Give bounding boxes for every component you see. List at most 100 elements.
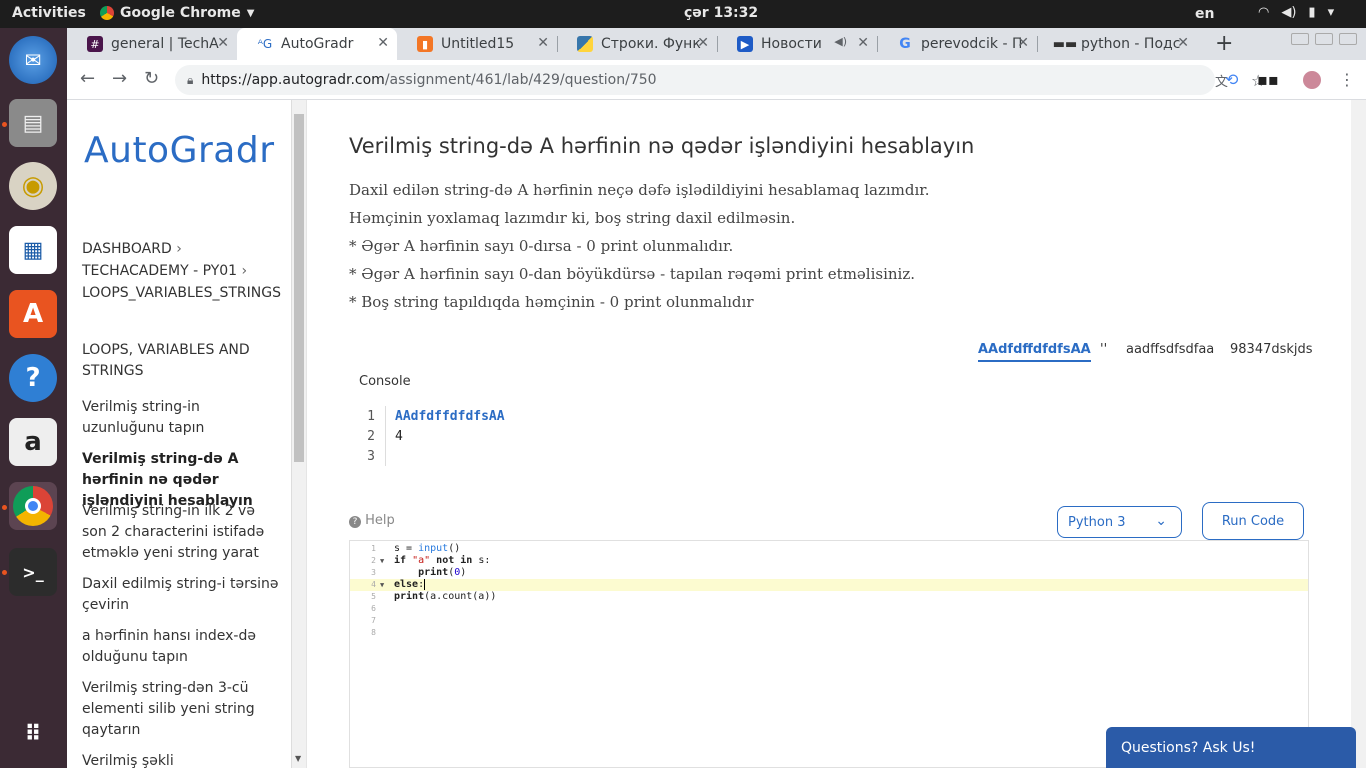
tab-general[interactable]: # general | TechA ✕ xyxy=(67,28,237,60)
tab-perevodcik[interactable]: G perevodcik - П ✕ xyxy=(877,28,1037,60)
main-scrollbar[interactable] xyxy=(1351,100,1366,768)
forward-icon[interactable]: → xyxy=(112,68,127,89)
minimize-button[interactable] xyxy=(1291,33,1309,45)
sidebar-question-link[interactable]: Verilmiş string-dən 3-cü elementi silib … xyxy=(82,678,282,741)
tab-python-podsk[interactable]: ▬▬ python - Подс ✕ xyxy=(1037,28,1197,60)
autogradr-icon: ᴬG xyxy=(257,37,273,51)
close-icon[interactable]: ✕ xyxy=(697,35,709,51)
clock[interactable]: çər 13:32 xyxy=(684,5,758,21)
running-indicator xyxy=(2,570,7,575)
tab-untitled15[interactable]: ▮ Untitled15 ✕ xyxy=(397,28,557,60)
url-host: https://app.autogradr.com xyxy=(201,72,385,88)
glasses-icon: ▬▬ xyxy=(1052,36,1078,52)
language-select[interactable]: Python 3 ⌄ xyxy=(1057,506,1182,538)
app-menu[interactable]: Google Chrome ▼ xyxy=(100,5,254,21)
browser-toolbar: ← → ↻ 🔒︎ https://app.autogradr.com/assig… xyxy=(67,60,1366,100)
running-indicator xyxy=(2,505,7,510)
google-icon: G xyxy=(899,36,911,52)
wifi-icon: ◠ xyxy=(1258,5,1270,20)
tab-stroki[interactable]: Строки. Функ ✕ xyxy=(557,28,717,60)
jupyter-icon: ▮ xyxy=(417,36,433,52)
close-icon[interactable]: ✕ xyxy=(1017,35,1029,51)
url-path: /assignment/461/lab/429/question/750 xyxy=(384,72,657,88)
writer-icon[interactable]: ▦ xyxy=(9,226,57,274)
address-bar[interactable]: 🔒︎ https://app.autogradr.com/assignment/… xyxy=(175,65,1265,95)
sidebar-question-link[interactable]: Verilmiş string-in ilk 2 və son 2 charac… xyxy=(82,501,282,564)
editor-line[interactable]: 7 xyxy=(350,615,1308,627)
activities-button[interactable]: Activities xyxy=(12,5,86,21)
files-icon[interactable]: ▤ xyxy=(9,99,57,147)
testcase-tab[interactable]: AAdfdffdfdfsAA xyxy=(978,342,1091,362)
breadcrumb-dashboard[interactable]: DASHBOARD › xyxy=(82,241,182,257)
system-tray[interactable]: ◠ ◀) ▮ ▾ xyxy=(1258,5,1334,20)
editor-line[interactable]: 2 ▼ if "a" not in s: xyxy=(350,555,1308,567)
amazon-icon[interactable]: a xyxy=(9,418,57,466)
editor-line[interactable]: 5 print(a.count(a)) xyxy=(350,591,1308,603)
tab-strip: # general | TechA ✕ ᴬG AutoGradr ✕ ▮ Unt… xyxy=(67,28,1366,60)
sidebar-question-link[interactable]: a hərfinin hansı index-də olduğunu tapın xyxy=(82,626,282,668)
software-center-icon[interactable]: A xyxy=(9,290,57,338)
console-input-line: AAdfdffdfdfsAA xyxy=(395,409,505,424)
help-link[interactable]: ? Help xyxy=(349,513,395,528)
question-description: * Əgər A hərfinin sayı 0-dırsa - 0 print… xyxy=(349,237,734,255)
editor-line[interactable]: 3 print(0) xyxy=(350,567,1308,579)
scroll-down-arrow-icon[interactable]: ▼ xyxy=(295,754,301,763)
avatar[interactable] xyxy=(1303,71,1321,89)
console-output-line: 4 xyxy=(395,429,403,444)
run-code-button[interactable]: Run Code xyxy=(1202,502,1304,540)
running-indicator xyxy=(2,122,7,127)
close-icon[interactable]: ✕ xyxy=(537,35,549,51)
chevron-down-icon: ⌄ xyxy=(1155,513,1167,529)
section-title: LOOPS, VARIABLES AND STRINGS xyxy=(82,342,250,379)
autogradr-logo[interactable]: AutoGradr xyxy=(84,130,275,171)
rhythmbox-icon[interactable]: ◉ xyxy=(9,162,57,210)
chrome-dock-icon[interactable] xyxy=(9,482,57,530)
extension-glasses-icon[interactable]: ▪▪ xyxy=(1257,70,1279,89)
sidebar-scrollbar[interactable]: ▼ xyxy=(291,100,306,768)
keyboard-layout[interactable]: en xyxy=(1195,6,1214,22)
reload-icon[interactable]: ↻ xyxy=(144,68,159,89)
extension-sync-icon[interactable]: ⟲ xyxy=(1225,70,1238,89)
sidebar-question-link[interactable]: Verilmiş şəkli programlaşdırın xyxy=(82,751,282,768)
chevron-right-icon: › xyxy=(176,241,182,257)
back-icon[interactable]: ← xyxy=(80,68,95,89)
close-icon[interactable]: ✕ xyxy=(217,35,229,51)
show-apps-icon[interactable]: ⠿ xyxy=(9,710,57,758)
editor-line-active[interactable]: 4▼ else:​ xyxy=(350,579,1308,591)
speaker-icon[interactable]: ◀) xyxy=(834,35,847,48)
sidebar-question-link[interactable]: Daxil edilmiş string-i tərsinə çevirin xyxy=(82,574,282,616)
question-description: * Boş string tapıldıqda həmçinin - 0 pri… xyxy=(349,293,754,311)
close-icon[interactable]: ✕ xyxy=(377,35,389,51)
question-description: * Əgər A hərfinin sayı 0-dan böyükdürsə … xyxy=(349,265,916,283)
menu-kebab-icon[interactable]: ⋮ xyxy=(1339,70,1355,89)
maximize-button[interactable] xyxy=(1315,33,1333,45)
breadcrumb-lab[interactable]: LOOPS_VARIABLES_STRINGS xyxy=(82,285,281,301)
editor-line[interactable]: 1 s = input() xyxy=(350,543,1308,555)
close-window-button[interactable] xyxy=(1339,33,1357,45)
tab-autogradr[interactable]: ᴬG AutoGradr ✕ xyxy=(237,28,397,60)
question-circle-icon: ? xyxy=(349,516,361,528)
breadcrumb-course[interactable]: TECHACADEMY - PY01 › xyxy=(82,263,247,279)
close-icon[interactable]: ✕ xyxy=(857,35,869,51)
page-content: AutoGradr DASHBOARD › TECHACADEMY - PY01… xyxy=(67,100,1366,768)
language-select-value: Python 3 xyxy=(1068,514,1126,530)
chevron-right-icon: › xyxy=(241,263,248,279)
testcase-tab[interactable]: aadffsdfsdfaa xyxy=(1126,342,1214,357)
questions-ask-us-button[interactable]: Questions? Ask Us! xyxy=(1106,727,1356,768)
testcase-tab[interactable]: '' xyxy=(1100,342,1107,357)
testcase-tab[interactable]: 98347dskjds xyxy=(1230,342,1313,357)
help-icon[interactable]: ? xyxy=(9,354,57,402)
new-tab-button[interactable]: + xyxy=(1215,31,1233,56)
volume-icon: ◀) xyxy=(1281,5,1297,20)
terminal-icon[interactable]: >_ xyxy=(9,548,57,596)
editor-line[interactable]: 8 xyxy=(350,627,1308,639)
question-title: Verilmiş string-də A hərfinin nə qədər i… xyxy=(349,134,975,158)
close-icon[interactable]: ✕ xyxy=(1177,35,1189,51)
editor-line[interactable]: 6 xyxy=(350,603,1308,615)
launcher-dock: ✉ ▤ ◉ ▦ A ? a >_ ⠿ xyxy=(0,28,67,768)
thunderbird-icon[interactable]: ✉ xyxy=(9,36,57,84)
chrome-icon xyxy=(100,6,114,20)
slack-icon: # xyxy=(87,36,103,52)
sidebar-question-link[interactable]: Verilmiş string-in uzunluğunu tapın xyxy=(82,397,282,439)
tab-novosti[interactable]: ▶ Новости ◀) ✕ xyxy=(717,28,877,60)
